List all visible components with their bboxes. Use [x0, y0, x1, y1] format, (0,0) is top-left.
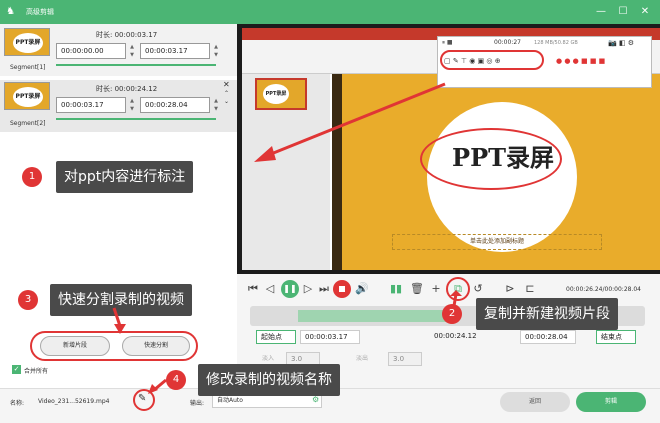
annot-pause-icon[interactable]: ⏸ ■: [442, 39, 453, 47]
segment-end-input[interactable]: 00:00:03.17: [140, 43, 210, 59]
segment-duration-label: 时长: 00:00:24.12: [96, 85, 158, 93]
step-back-icon[interactable]: ◁: [264, 281, 276, 297]
skip-end-icon[interactable]: ⏭: [318, 281, 330, 297]
callout-number: 3: [18, 290, 38, 310]
merge-all-checkbox[interactable]: ✓: [12, 365, 21, 374]
pause-button[interactable]: ❚❚: [281, 280, 299, 298]
back-button[interactable]: 返回: [500, 392, 570, 412]
end-point-button[interactable]: 结束点: [596, 330, 636, 344]
merge-all-label: 合并所有: [24, 368, 49, 375]
segment-progress: [56, 64, 216, 66]
segment-label: Segment[1]: [10, 64, 46, 71]
range-duration: 00:00:24.12: [434, 332, 477, 340]
annot-time: 00:00:27: [494, 39, 521, 46]
segment-close-icon[interactable]: ✕: [223, 80, 230, 89]
filename-label: 名称:: [10, 400, 25, 407]
app-logo-icon: ♞: [6, 6, 15, 17]
output-input[interactable]: 自动Auto: [212, 394, 322, 408]
maximize-icon[interactable]: ☐: [612, 0, 634, 24]
step-forward-icon[interactable]: ▷: [302, 281, 314, 297]
callout-box: 复制并新建视频片段: [476, 298, 618, 330]
range-start-input[interactable]: 00:00:03.17: [300, 330, 360, 344]
fade-out-label: 淡出: [356, 355, 369, 362]
end-spinner[interactable]: ▲ ▼: [212, 43, 220, 59]
window-title: 高级剪辑: [26, 8, 54, 16]
skip-start-icon[interactable]: ⏮: [247, 281, 259, 297]
segment-end-input[interactable]: 00:00:28.04: [140, 97, 210, 113]
start-point-button[interactable]: 起始点: [256, 330, 296, 344]
delete-icon[interactable]: 🗑: [410, 281, 424, 297]
mark-out-icon[interactable]: ⊏: [524, 281, 536, 297]
annotation-ring: [440, 50, 544, 70]
chevron-down-icon[interactable]: ⌄: [224, 98, 229, 105]
annot-info: 128 MB/50.82 GB: [534, 40, 578, 46]
callout-number: 1: [22, 167, 42, 187]
volume-icon[interactable]: 🔊: [355, 281, 369, 297]
minimize-icon[interactable]: —: [590, 0, 612, 24]
annot-camera-icon[interactable]: 📷 ◧ ⚙: [608, 39, 634, 47]
callout-number: 4: [166, 370, 186, 390]
fade-out-input[interactable]: 3.0: [388, 352, 422, 366]
segment-thumbnail: PPT录屏: [4, 28, 50, 56]
timeline-segment[interactable]: [298, 310, 448, 322]
title-bar: ♞ 高级剪辑 — ☐ ✕: [0, 0, 660, 24]
split-icon[interactable]: ▮▮: [390, 281, 402, 297]
segment-duration-label: 时长: 00:00:03.17: [96, 31, 158, 39]
arrow-icon: [450, 290, 462, 307]
timecode: 00:00:26.24/00:00:28.04: [566, 286, 641, 293]
chevron-up-icon[interactable]: ⌃: [224, 90, 229, 97]
arrow-icon: [254, 82, 446, 162]
cut-button[interactable]: 剪辑: [576, 392, 646, 412]
arrow-icon: [148, 378, 167, 394]
color-palette-icon[interactable]: ● ● ● ■ ■ ■: [556, 57, 605, 65]
end-spinner[interactable]: ▲ ▼: [212, 97, 220, 113]
undo-icon[interactable]: ↺: [472, 281, 484, 297]
start-spinner[interactable]: ▲ ▼: [128, 97, 136, 113]
segment-start-input[interactable]: 00:00:03.17: [56, 97, 126, 113]
callout-box: 修改录制的视频名称: [198, 364, 340, 396]
fade-in-label: 淡入: [262, 355, 275, 362]
arrow-icon: [112, 307, 126, 334]
annotation-ring: [30, 331, 198, 361]
slide-subtitle: 单击此处添加副标题: [392, 234, 602, 250]
callout-box: 对ppt内容进行标注: [56, 161, 194, 193]
segment-label: Segment[2]: [10, 120, 46, 127]
filename-value: Video_231...52619.mp4: [38, 398, 110, 405]
start-spinner[interactable]: ▲ ▼: [128, 43, 136, 59]
close-icon[interactable]: ✕: [634, 0, 656, 24]
segment-start-input[interactable]: 00:00:00.00: [56, 43, 126, 59]
stop-button[interactable]: [333, 280, 351, 298]
gear-icon[interactable]: ⚙: [312, 395, 319, 404]
mark-in-icon[interactable]: ⊳: [504, 281, 516, 297]
range-end-input[interactable]: 00:00:28.04: [520, 330, 576, 344]
output-label: 输出:: [190, 400, 205, 407]
segment-thumbnail: PPT录屏: [4, 82, 50, 110]
segment-progress: [56, 118, 216, 120]
